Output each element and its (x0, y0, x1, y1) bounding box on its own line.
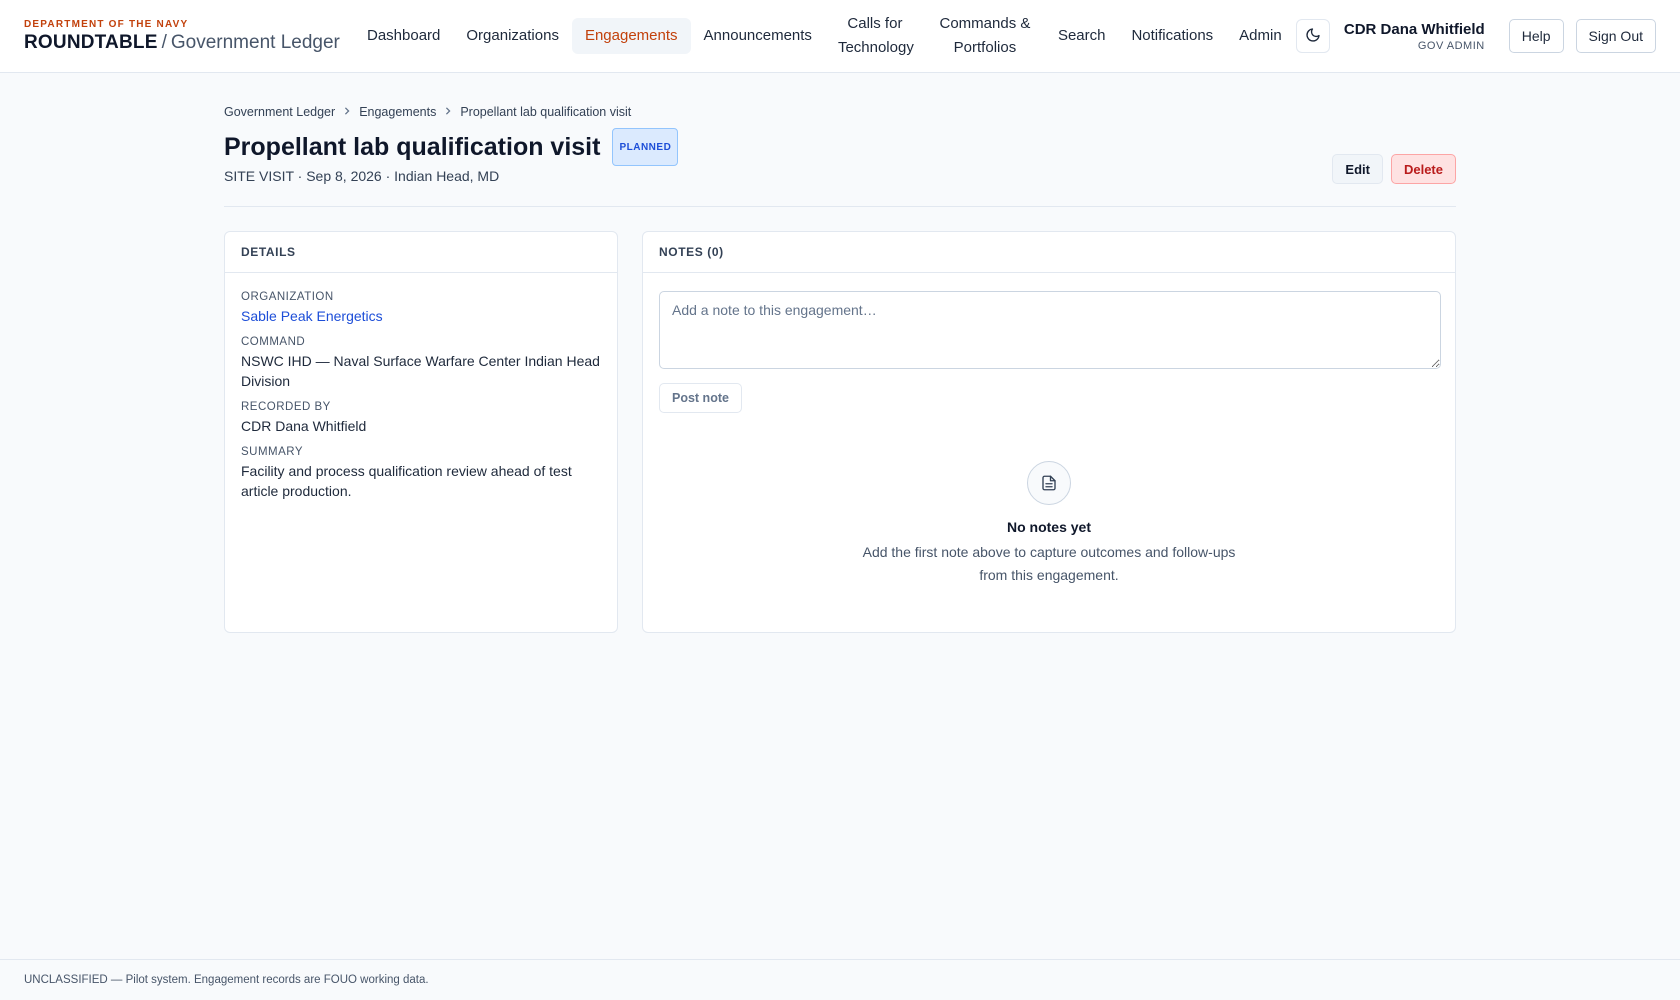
chevron-right-icon (444, 106, 452, 118)
footer: UNCLASSIFIED — Pilot system. Engagement … (0, 959, 1680, 1000)
brand-department: DEPARTMENT OF THE NAVY (24, 18, 189, 30)
details-body: ORGANIZATION Sable Peak Energetics COMMA… (225, 273, 617, 519)
main-content: Government Ledger Engagements Propellant… (224, 100, 1456, 633)
brand-name: ROUNDTABLE (24, 31, 158, 53)
status-badge: PLANNED (612, 128, 679, 166)
notes-heading: NOTES (0) (643, 232, 1455, 273)
nav-search[interactable]: Search (1045, 18, 1119, 54)
notes-empty-state: No notes yet Add the first note above to… (659, 461, 1439, 587)
post-note-button[interactable]: Post note (659, 383, 742, 413)
details-card: DETAILS ORGANIZATION Sable Peak Energeti… (224, 231, 618, 633)
page-title: Propellant lab qualification visit (224, 132, 601, 161)
document-icon (1027, 461, 1071, 505)
breadcrumb-current: Propellant lab qualification visit (460, 105, 632, 119)
classification-notice: UNCLASSIFIED — Pilot system. Engagement … (24, 974, 429, 986)
recorded-by-value: CDR Dana Whitfield (241, 418, 367, 434)
breadcrumb-engagements[interactable]: Engagements (359, 105, 436, 119)
brand-separator: / (161, 31, 167, 53)
nav-commands-portfolios[interactable]: Commands & Portfolios (925, 6, 1045, 66)
nav-admin[interactable]: Admin (1226, 18, 1295, 54)
user-role: GOV ADMIN (1417, 39, 1485, 52)
moon-icon (1305, 27, 1321, 46)
divider (224, 206, 1456, 207)
page-actions: Edit Delete (1332, 154, 1456, 184)
details-heading: DETAILS (225, 232, 617, 273)
summary-label: SUMMARY (241, 446, 304, 458)
engagement-meta: SITE VISIT · Sep 8, 2026 · Indian Head, … (224, 168, 500, 184)
breadcrumb: Government Ledger Engagements Propellant… (224, 100, 1456, 124)
subtitle-row: SITE VISIT · Sep 8, 2026 · Indian Head, … (224, 154, 1456, 184)
top-navbar: DEPARTMENT OF THE NAVY ROUNDTABLE / Govern… (0, 0, 1680, 73)
nav-notifications[interactable]: Notifications (1118, 18, 1226, 54)
command-label: COMMAND (241, 336, 306, 348)
brand-line: ROUNDTABLE / Government Ledger (24, 32, 354, 54)
empty-text: Add the first note above to capture outc… (862, 544, 1236, 583)
user-name: CDR Dana Whitfield (1343, 20, 1485, 38)
panels: DETAILS ORGANIZATION Sable Peak Energeti… (224, 231, 1456, 633)
header-right: CDR Dana Whitfield GOV ADMIN Help Sign O… (1295, 19, 1656, 53)
chevron-right-icon (343, 106, 351, 118)
organization-link[interactable]: Sable Peak Energetics (241, 306, 601, 326)
organization-label: ORGANIZATION (241, 291, 334, 303)
brand[interactable]: DEPARTMENT OF THE NAVY ROUNDTABLE / Govern… (24, 19, 354, 54)
delete-button[interactable]: Delete (1390, 154, 1456, 184)
notes-body: Post note No notes yet Add the first not… (643, 273, 1455, 605)
notes-card: NOTES (0) Post note No notes yet Add th (642, 231, 1456, 633)
breadcrumb-government-ledger[interactable]: Government Ledger (224, 105, 335, 119)
nav-organizations[interactable]: Organizations (453, 18, 572, 54)
main-nav: Dashboard Organizations Engagements Anno… (354, 0, 1295, 72)
edit-button[interactable]: Edit (1332, 154, 1383, 184)
title-row: Propellant lab qualification visit PLANN… (224, 128, 1456, 166)
user-info: CDR Dana Whitfield GOV ADMIN (1344, 21, 1485, 52)
command-value: NSWC IHD — Naval Surface Warfare Center … (241, 353, 600, 389)
sign-out-button[interactable]: Sign Out (1575, 19, 1656, 53)
nav-announcements[interactable]: Announcements (691, 18, 825, 54)
help-button[interactable]: Help (1508, 19, 1564, 53)
recorded-by-label: RECORDED BY (241, 401, 331, 413)
nav-dashboard[interactable]: Dashboard (354, 18, 453, 54)
nav-calls-for-technology[interactable]: Calls for Technology (825, 6, 925, 66)
nav-engagements[interactable]: Engagements (571, 18, 691, 54)
summary-value: Facility and process qualification revie… (241, 463, 572, 499)
note-input[interactable] (659, 291, 1441, 369)
theme-toggle-button[interactable] (1295, 19, 1330, 53)
brand-subtitle: Government Ledger (170, 31, 340, 53)
empty-title: No notes yet (1006, 519, 1091, 535)
